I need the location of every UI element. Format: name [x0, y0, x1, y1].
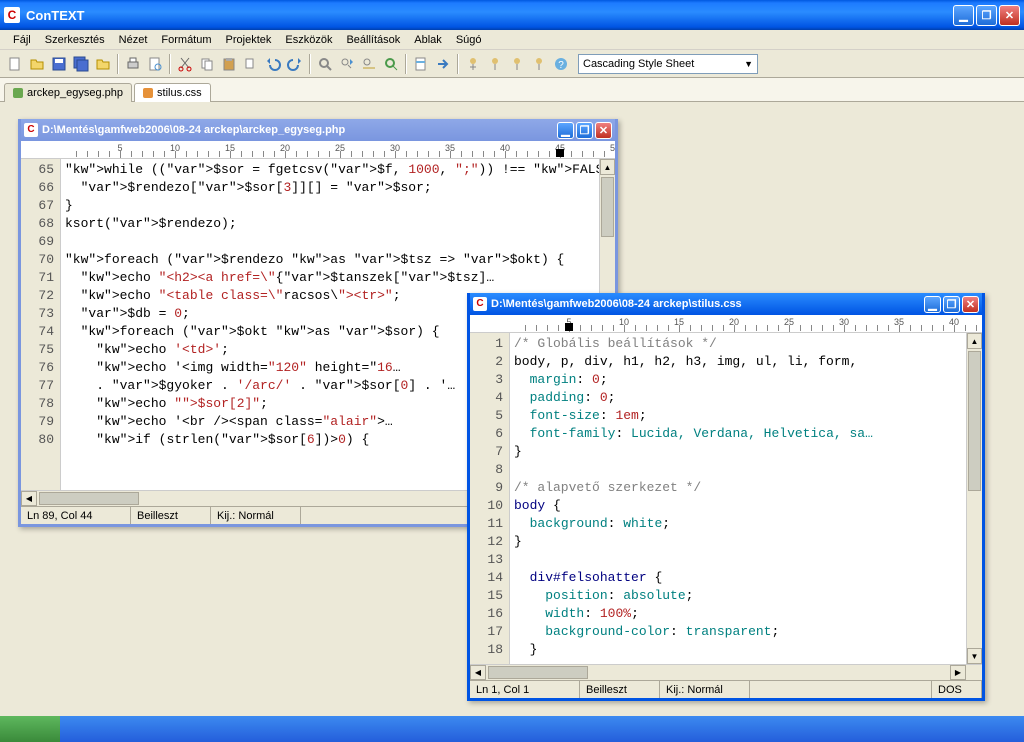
line-gutter: 65666768697071727374757677787980	[21, 159, 61, 506]
menu-súgó[interactable]: Súgó	[449, 32, 489, 48]
status-insert: Beilleszt	[131, 507, 211, 524]
find-in-files-button[interactable]	[380, 53, 402, 75]
app-icon	[4, 7, 20, 23]
minimize-button[interactable]: ▁	[953, 5, 974, 26]
user-tool-2-button[interactable]	[484, 53, 506, 75]
file-type-icon	[13, 88, 23, 98]
windows-taskbar[interactable]	[0, 716, 1024, 742]
tab-label: arckep_egyseg.php	[27, 87, 123, 99]
status-position: Ln 89, Col 44	[21, 507, 131, 524]
help-button[interactable]: ?	[550, 53, 572, 75]
child-close-button[interactable]: ✕	[595, 122, 612, 139]
child-title: D:\Mentés\gamfweb2006\08-24 arckep\arcke…	[42, 124, 345, 136]
paste-button[interactable]	[218, 53, 240, 75]
start-button[interactable]	[0, 716, 60, 742]
editor-statusbar: Ln 1, Col 1 Beilleszt Kij.: Normál DOS	[470, 680, 982, 698]
svg-text:?: ?	[558, 60, 564, 71]
user-tool-1-button[interactable]	[462, 53, 484, 75]
toolbar: ? Cascading Style Sheet ▼	[0, 50, 1024, 78]
bookmarks-button[interactable]	[410, 53, 432, 75]
child-titlebar[interactable]: D:\Mentés\gamfweb2006\08-24 arckep\stilu…	[470, 293, 982, 315]
open-folder-button[interactable]	[92, 53, 114, 75]
editor-window-css[interactable]: D:\Mentés\gamfweb2006\08-24 arckep\stilu…	[467, 293, 985, 701]
child-minimize-button[interactable]: ▁	[557, 122, 574, 139]
status-selection: Kij.: Normál	[660, 681, 750, 698]
goto-button[interactable]	[432, 53, 454, 75]
cut-button[interactable]	[174, 53, 196, 75]
chevron-down-icon: ▼	[744, 59, 753, 69]
tab-arckep_egyseg-php[interactable]: arckep_egyseg.php	[4, 83, 132, 102]
child-title: D:\Mentés\gamfweb2006\08-24 arckep\stilu…	[491, 298, 742, 310]
syntax-dropdown[interactable]: Cascading Style Sheet ▼	[578, 54, 758, 74]
main-titlebar: ConTEXT ▁ ❐ ✕	[0, 0, 1024, 30]
tab-label: stilus.css	[157, 87, 202, 99]
status-insert: Beilleszt	[580, 681, 660, 698]
menubar: FájlSzerkesztésNézetFormátumProjektekEsz…	[0, 30, 1024, 50]
print-button[interactable]	[122, 53, 144, 75]
open-file-button[interactable]	[26, 53, 48, 75]
file-type-icon	[143, 88, 153, 98]
find-next-button[interactable]	[336, 53, 358, 75]
ruler: 51015202530354045	[470, 315, 982, 333]
new-file-button[interactable]	[4, 53, 26, 75]
editor-pane[interactable]: 123456789101112131415161718 /* Globális …	[470, 333, 982, 680]
horizontal-scrollbar[interactable]: ◀▶	[470, 664, 982, 680]
menu-nézet[interactable]: Nézet	[112, 32, 155, 48]
status-selection: Kij.: Normál	[211, 507, 301, 524]
code-area[interactable]: /* Globális beállítások */body, p, div, …	[510, 333, 982, 680]
status-position: Ln 1, Col 1	[470, 681, 580, 698]
maximize-button[interactable]: ❐	[976, 5, 997, 26]
find-button[interactable]	[314, 53, 336, 75]
menu-formátum[interactable]: Formátum	[154, 32, 218, 48]
file-tabstrip: arckep_egyseg.php stilus.css	[0, 78, 1024, 102]
menu-eszközök[interactable]: Eszközök	[278, 32, 339, 48]
save-button[interactable]	[48, 53, 70, 75]
save-all-button[interactable]	[70, 53, 92, 75]
menu-beállítások[interactable]: Beállítások	[339, 32, 407, 48]
user-tool-3-button[interactable]	[506, 53, 528, 75]
status-encoding: DOS	[932, 681, 982, 698]
child-close-button[interactable]: ✕	[962, 296, 979, 313]
close-button[interactable]: ✕	[999, 5, 1020, 26]
file-icon	[473, 297, 487, 311]
app-title: ConTEXT	[26, 8, 85, 23]
replace-button[interactable]	[358, 53, 380, 75]
menu-projektek[interactable]: Projektek	[219, 32, 279, 48]
menu-szerkesztés[interactable]: Szerkesztés	[38, 32, 112, 48]
user-tool-4-button[interactable]	[528, 53, 550, 75]
vertical-scrollbar[interactable]: ▲▼	[966, 333, 982, 664]
tab-stilus-css[interactable]: stilus.css	[134, 83, 211, 102]
ruler: 5101520253035404550	[21, 141, 615, 159]
redo-button[interactable]	[284, 53, 306, 75]
delete-button[interactable]	[240, 53, 262, 75]
child-minimize-button[interactable]: ▁	[924, 296, 941, 313]
file-icon	[24, 123, 38, 137]
menu-fájl[interactable]: Fájl	[6, 32, 38, 48]
child-maximize-button[interactable]: ❐	[943, 296, 960, 313]
undo-button[interactable]	[262, 53, 284, 75]
child-titlebar[interactable]: D:\Mentés\gamfweb2006\08-24 arckep\arcke…	[21, 119, 615, 141]
menu-ablak[interactable]: Ablak	[407, 32, 449, 48]
line-gutter: 123456789101112131415161718	[470, 333, 510, 680]
mdi-area: D:\Mentés\gamfweb2006\08-24 arckep\arcke…	[0, 103, 1024, 716]
print-preview-button[interactable]	[144, 53, 166, 75]
child-maximize-button[interactable]: ❐	[576, 122, 593, 139]
syntax-dropdown-value: Cascading Style Sheet	[583, 58, 694, 70]
copy-button[interactable]	[196, 53, 218, 75]
